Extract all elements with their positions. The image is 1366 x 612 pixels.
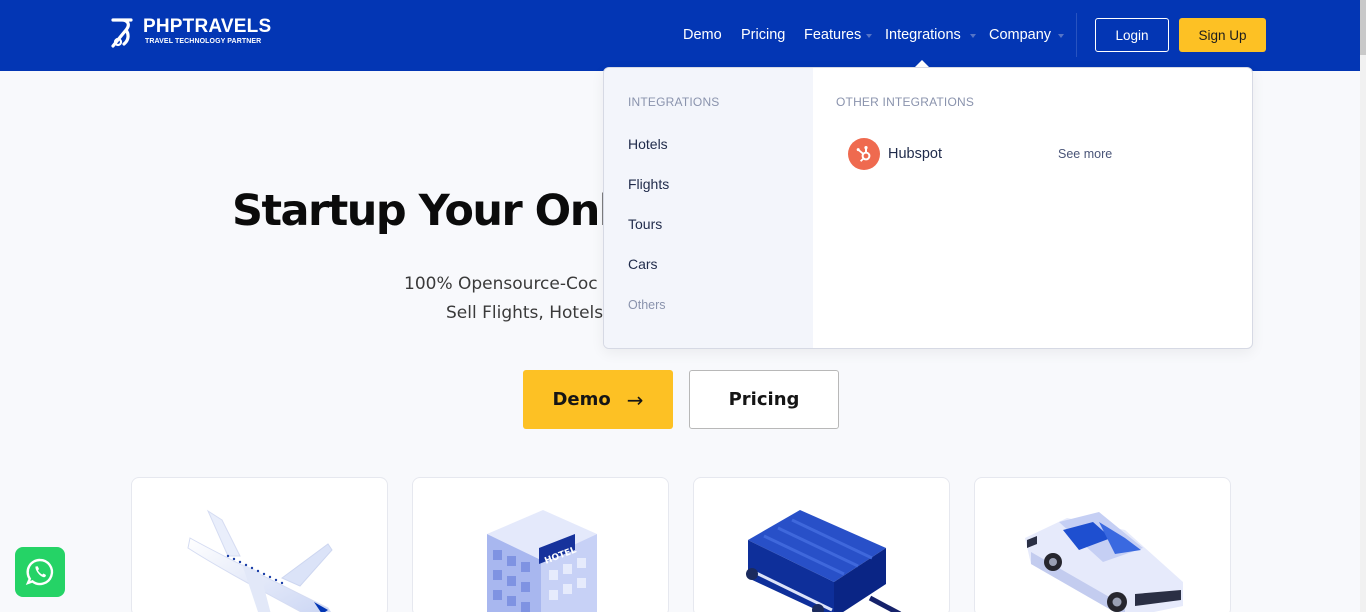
hubspot-link[interactable]: Hubspot bbox=[888, 146, 942, 162]
menu-item-cars[interactable]: Cars bbox=[628, 256, 658, 272]
hero-title: Startup Your Onlin bbox=[232, 186, 656, 236]
scrollbar-thumb[interactable] bbox=[1360, 0, 1366, 55]
card-cars[interactable] bbox=[974, 477, 1231, 612]
top-navbar: PHPTRAVELS TRAVEL TECHNOLOGY PARTNER Dem… bbox=[0, 0, 1360, 71]
whatsapp-icon bbox=[25, 558, 54, 586]
hero-subtitle-line2: Sell Flights, Hotels bbox=[446, 303, 604, 323]
features-chevron-down-icon bbox=[866, 34, 872, 38]
nav-divider bbox=[1076, 13, 1077, 57]
logo-icon bbox=[111, 18, 133, 48]
menu-item-flights[interactable]: Flights bbox=[628, 176, 669, 192]
logo-tagline: TRAVEL TECHNOLOGY PARTNER bbox=[145, 38, 262, 45]
airplane-icon bbox=[187, 509, 333, 612]
menu-item-tours[interactable]: Tours bbox=[628, 216, 662, 232]
see-more-link[interactable]: See more bbox=[1058, 147, 1112, 161]
card-hotels[interactable]: HOTEL bbox=[412, 477, 669, 612]
dropdown-left-panel: INTEGRATIONS Hotels Flights Tours Cars O… bbox=[604, 68, 813, 348]
hero-demo-button[interactable]: Demo → bbox=[523, 370, 673, 429]
logo[interactable]: PHPTRAVELS TRAVEL TECHNOLOGY PARTNER bbox=[109, 15, 271, 49]
hotel-icon: HOTEL bbox=[487, 510, 597, 612]
other-integrations-heading: OTHER INTEGRATIONS bbox=[836, 95, 975, 109]
menu-item-hotels[interactable]: Hotels bbox=[628, 136, 668, 152]
nav-demo[interactable]: Demo bbox=[683, 25, 722, 45]
nav-features[interactable]: Features bbox=[804, 25, 861, 45]
company-chevron-down-icon bbox=[1058, 34, 1064, 38]
card-flights[interactable] bbox=[131, 477, 388, 612]
nav-integrations[interactable]: Integrations bbox=[885, 25, 961, 45]
hero-subtitle-line1: 100% Opensource-Coc bbox=[404, 274, 598, 294]
integrations-chevron-down-icon bbox=[970, 34, 976, 38]
whatsapp-button[interactable] bbox=[15, 547, 65, 597]
hero-demo-label: Demo bbox=[552, 389, 611, 410]
menu-item-others[interactable]: Others bbox=[628, 298, 666, 312]
nav-company[interactable]: Company bbox=[989, 25, 1051, 45]
card-tours[interactable] bbox=[693, 477, 950, 612]
hubspot-icon bbox=[848, 138, 880, 170]
nav-pricing[interactable]: Pricing bbox=[741, 25, 785, 45]
arrow-right-icon: → bbox=[626, 387, 644, 412]
signup-button[interactable]: Sign Up bbox=[1179, 18, 1266, 52]
hero-pricing-button[interactable]: Pricing bbox=[689, 370, 839, 429]
car-icon bbox=[1025, 512, 1183, 612]
luggage-icon bbox=[746, 510, 902, 612]
page-scrollbar[interactable] bbox=[1360, 0, 1366, 612]
integrations-dropdown: INTEGRATIONS Hotels Flights Tours Cars O… bbox=[603, 67, 1253, 349]
integrations-heading: INTEGRATIONS bbox=[628, 95, 720, 109]
login-button[interactable]: Login bbox=[1095, 18, 1169, 52]
logo-name: PHPTRAVELS bbox=[143, 16, 272, 37]
